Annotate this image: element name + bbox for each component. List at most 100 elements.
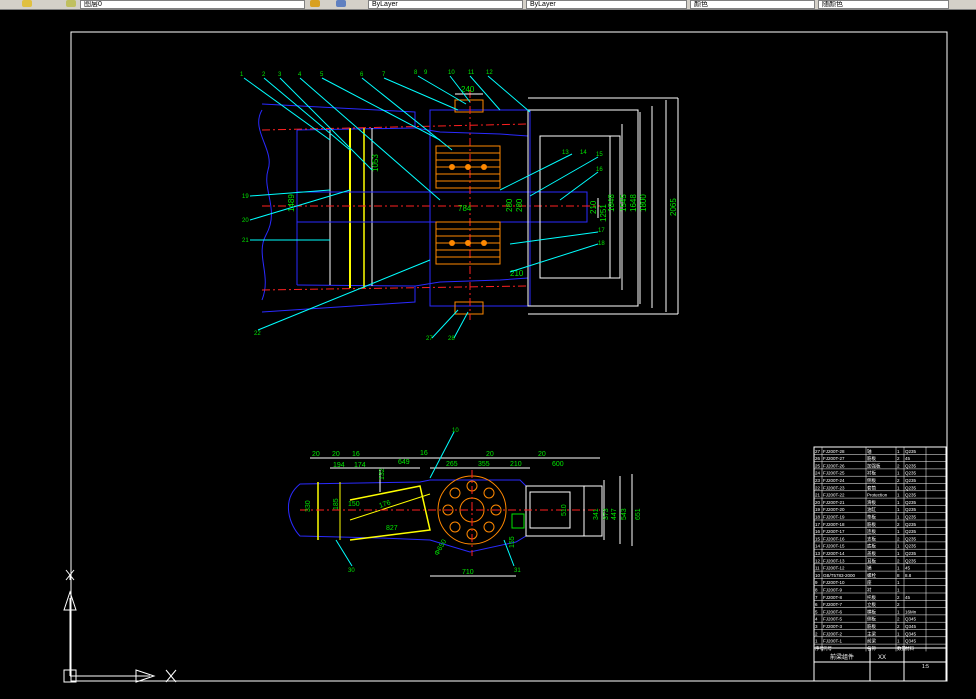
bom-cell-mat: Q345 [905,631,917,636]
bom-cell-name: 衬 [867,587,872,593]
dim-label: 373 [603,508,610,520]
side-view-dimensions: 20 20 16 194 174 649 16 265 355 20 210 2… [305,450,642,576]
bom-cell-code: GB/T5783-2000 [823,573,856,578]
bom-cell-no: 7 [815,595,818,600]
bom-cell-no: 25 [815,463,821,468]
bom-cell-name: 盖板 [867,550,876,557]
bom-cell-no: 3 [815,624,818,629]
bom-cell-name: 衬板 [867,470,876,477]
dim-label: 210 [510,269,524,278]
dim-label: 176 [378,499,391,510]
linetype-dropdown[interactable]: ByLayer [368,0,523,9]
bom-cell-name: Protection [867,493,888,498]
bom-cell-code: FJ200T-3 [823,624,843,629]
bom-cell-no: 18 [815,515,821,520]
bom-cell-qty: 2 [897,478,900,483]
bom-cell-mat: Q235 [905,449,917,454]
dim-label: 155 [509,536,516,548]
dim-label: 280 [515,198,524,212]
plotstyle-dropdown[interactable]: 随颜色 [818,0,949,9]
drawing-title: 前梁组件 [830,653,854,661]
dim-label: 600 [552,461,564,468]
dim-label: 1800 [639,194,648,212]
bom-cell-qty: 1 [897,500,900,505]
lineweight-dropdown[interactable]: ByLayer [526,0,687,9]
bom-cell-name: 横板 [867,608,876,615]
layer-previous-icon[interactable] [336,0,346,7]
bom-cell-qty: 2 [897,617,900,622]
bom-cell-no: 17 [815,522,821,527]
bom-cell-mat: Q235 [905,493,917,498]
dim-label: 265 [446,461,458,468]
dim-label: 185 [333,498,340,510]
bom-cell-name: 侧板 [867,477,876,484]
balloon: 14 [580,150,587,156]
dim-label: 649 [398,459,410,466]
dim-label: 710 [462,569,474,576]
bom-cell-code: FJ200T-25 [823,471,845,476]
bom-cell-code: FJ200T-10 [823,580,845,585]
bom-cell-code: FJ200T-22 [823,493,845,498]
bom-cell-mat: 8.8 [905,573,912,578]
bom-cell-code: FJ200T-20 [823,507,845,512]
balloon: 8 [414,70,418,76]
bom-cell-code: FJ200T-27 [823,456,845,461]
balloon: 10 [452,428,459,434]
bom-table: 27 FJ200T-28 轴 1 Q23526 FJ200T-27 筋板 2 4525 FJ200… [813,447,947,652]
bom-cell-name: 支板 [867,535,876,542]
bom-cell-name: 油缸 [867,506,876,513]
dim-label: 20 [538,451,546,458]
bom-cell-mat: Q235 [905,551,917,556]
bom-cell-qty: 1 [897,544,900,549]
bom-cell-qty: 2 [897,536,900,541]
side-outline [287,479,527,553]
bom-cell-mat: Q235 [905,536,917,541]
drawing-canvas[interactable]: 240 1848 1800 1648 1545 2065 1251 210 28… [0,10,976,694]
dim-label: 651 [635,508,642,520]
balloon: 1 [240,72,244,78]
dim-label: 1251 [599,204,608,222]
dim-label: 1053 [371,154,380,172]
dim-label: 194 [333,462,345,469]
bom-cell-no: 15 [815,536,821,541]
bom-cell-code: FJ200T-16 [823,536,845,541]
bom-cell-qty: 1 [897,449,900,454]
make-current-icon[interactable] [310,0,320,7]
bom-cell-code: FJ200T-9 [823,588,843,593]
bom-cell-qty: 2 [897,602,900,607]
dim-label: 280 [505,198,514,212]
bom-cell-code: FJ200T-17 [823,529,845,534]
layer-dropdown[interactable]: 图层0 [80,0,305,9]
color-dropdown[interactable]: 颜色 [690,0,815,9]
bom-cell-no: 21 [815,493,821,498]
bom-cell-qty: 2 [897,463,900,468]
balloon: 17 [598,228,605,234]
bom-cell-no: 11 [815,566,820,571]
dim-label: 20 [332,451,340,458]
dim-label: 210 [510,461,522,468]
bom-cell-code: FJ200T-13 [823,558,845,563]
bom-cell-mat: Q235 [905,558,917,563]
bom-cell-qty: 1 [897,566,900,571]
bom-cell-code: FJ200T-24 [823,478,845,483]
balloon: 18 [598,241,605,247]
bom-cell-mat: Q235 [905,463,917,468]
bom-cell-qty: 8 [897,573,900,578]
bom-cell-name: 前梁 [867,638,876,645]
layer-settings-icon[interactable] [66,0,76,7]
bom-cell-name: 立板 [867,601,876,608]
bom-cell-qty: 1 [897,631,900,636]
bom-cell-qty: 2 [897,558,900,563]
cad-drawing: 240 1848 1800 1648 1545 2065 1251 210 28… [63,31,948,691]
bom-cell-no: 16 [815,529,821,534]
bom-cell-no: 5 [815,609,818,614]
balloon: 15 [596,152,603,158]
balloon: 19 [242,194,249,200]
bom-cell-name: 销 [867,565,872,572]
layer-state-icon[interactable] [22,0,32,7]
bom-cell-qty: 1 [897,493,900,498]
bom-cell-no: 13 [815,551,821,556]
bom-cell-name: 侧板 [867,616,876,623]
dim-label: 1848 [607,194,616,212]
bom-cell-code: FJ200T-15 [823,544,845,549]
